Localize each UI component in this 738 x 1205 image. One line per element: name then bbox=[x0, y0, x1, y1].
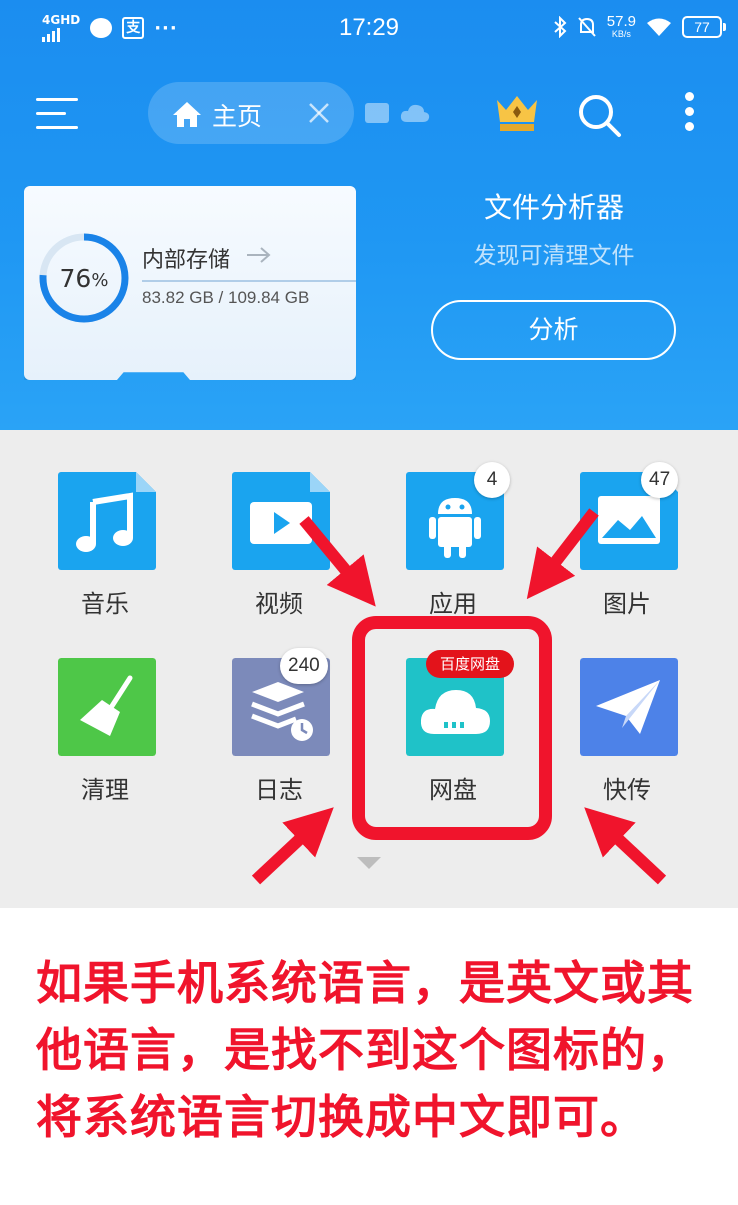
analyzer-title: 文件分析器 bbox=[483, 191, 624, 224]
category-label: 日志 bbox=[255, 776, 303, 804]
category-label: 快传 bbox=[603, 776, 651, 804]
bluetooth-icon bbox=[554, 15, 567, 38]
sd-card-icon[interactable] bbox=[364, 102, 390, 124]
storage-card[interactable]: 76% 内部存储 83.82 GB / 109.84 GB bbox=[24, 186, 356, 380]
home-icon bbox=[173, 102, 201, 127]
instruction-caption: 如果手机系统语言，是英文或其他语言，是找不到这个图标的，将系统语言切换成中文即可… bbox=[36, 956, 694, 1144]
expand-arrow-icon[interactable] bbox=[356, 856, 382, 870]
status-bar: 4GHD 支 ··· 17:29 57.9 KB/s 77 bbox=[0, 0, 738, 60]
network-speed: 57.9 KB/s bbox=[606, 13, 636, 39]
video-icon bbox=[232, 472, 330, 570]
cloud-small-icon[interactable] bbox=[400, 102, 430, 124]
menu-icon[interactable] bbox=[36, 96, 80, 132]
count-badge: 4 bbox=[474, 462, 510, 498]
category-clean[interactable]: 清理 bbox=[18, 616, 192, 804]
search-icon[interactable] bbox=[576, 92, 622, 138]
close-icon[interactable] bbox=[304, 98, 334, 128]
category-video[interactable]: 视频 bbox=[192, 430, 366, 618]
category-logs[interactable]: 日志 bbox=[192, 616, 366, 804]
wifi-icon bbox=[647, 18, 671, 36]
storage-title: 内部存储 bbox=[142, 248, 231, 273]
analyzer-subtitle: 发现可清理文件 bbox=[473, 243, 635, 269]
count-badge: 47 bbox=[641, 462, 679, 498]
tab-home[interactable]: 主页 bbox=[148, 82, 354, 144]
battery-icon: 77 bbox=[682, 15, 726, 38]
broom-icon bbox=[58, 658, 156, 756]
storage-usage-text: 83.82 GB / 109.84 GB bbox=[142, 288, 310, 307]
category-apps[interactable]: 应用 bbox=[366, 430, 540, 618]
divider bbox=[142, 280, 356, 282]
more-options-icon[interactable] bbox=[680, 92, 698, 138]
paper-plane-icon bbox=[580, 658, 678, 756]
header: 4GHD 支 ··· 17:29 57.9 KB/s 77 主页 76 % 内部… bbox=[0, 0, 738, 430]
category-label: 视频 bbox=[255, 590, 303, 618]
storage-percent: 76% bbox=[59, 263, 109, 293]
category-music[interactable]: 音乐 bbox=[18, 430, 192, 618]
music-icon bbox=[58, 472, 156, 570]
category-label: 图片 bbox=[603, 590, 651, 618]
category-transfer[interactable]: 快传 bbox=[540, 616, 714, 804]
count-badge: 240 bbox=[280, 648, 328, 684]
highlight-box bbox=[352, 616, 552, 840]
mute-bell-icon bbox=[578, 16, 596, 37]
category-label: 音乐 bbox=[81, 590, 129, 618]
category-label: 应用 bbox=[429, 590, 477, 618]
category-label: 清理 bbox=[81, 776, 129, 804]
category-images[interactable]: 图片 bbox=[540, 430, 714, 618]
analyze-button[interactable]: 分析 bbox=[431, 300, 676, 360]
tab-home-label: 主页 bbox=[212, 102, 263, 131]
arrow-right-icon bbox=[247, 247, 271, 263]
crown-vip-icon[interactable] bbox=[494, 92, 540, 132]
